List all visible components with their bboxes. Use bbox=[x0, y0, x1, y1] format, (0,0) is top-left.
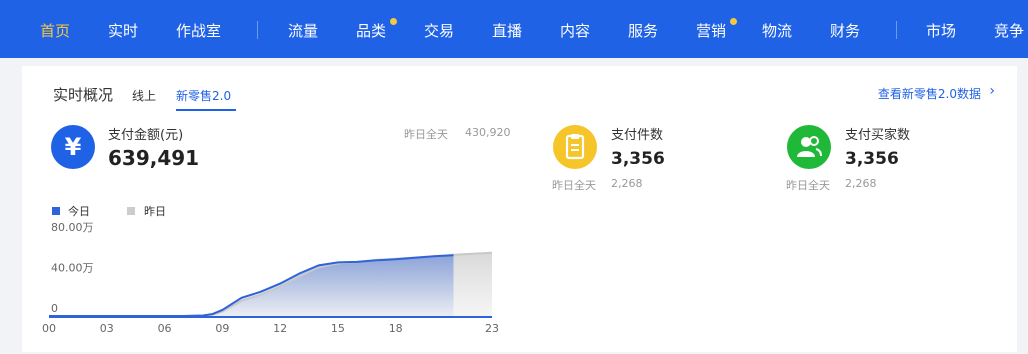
pay-items-value: 3,356 bbox=[611, 149, 665, 169]
legend-today-label: 今日 bbox=[68, 205, 90, 218]
users-icon bbox=[787, 125, 831, 169]
pay-amount-yesterday-value: 430,920 bbox=[465, 126, 511, 139]
nav-item-trade[interactable]: 交易 bbox=[424, 0, 454, 58]
realtime-overview-card: 实时概况 线上 新零售2.0 查看新零售2.0数据 › ¥ 支付金额(元) 63… bbox=[22, 66, 1017, 352]
today-area bbox=[49, 255, 454, 316]
x-tick-label: 00 bbox=[42, 322, 56, 335]
legend-yesterday-label: 昨日 bbox=[144, 205, 166, 218]
legend-today-swatch bbox=[52, 207, 60, 215]
users-glyph bbox=[797, 136, 822, 157]
chevron-right-icon[interactable]: › bbox=[989, 83, 995, 99]
nav-item-category[interactable]: 品类 bbox=[356, 0, 386, 58]
nav-item-warroom[interactable]: 作战室 bbox=[176, 0, 221, 58]
pay-items-label: 支付件数 bbox=[611, 128, 664, 143]
nav-item-realtime[interactable]: 实时 bbox=[108, 0, 138, 58]
nav-item-finance[interactable]: 财务 bbox=[830, 0, 860, 58]
pay-items-yesterday-value: 2,268 bbox=[611, 177, 643, 190]
pay-buyers-yesterday-value: 2,268 bbox=[845, 177, 877, 190]
marketing-new-dot bbox=[730, 18, 737, 25]
pay-items-yesterday-label: 昨日全天 bbox=[552, 179, 596, 192]
nav-item-logistics[interactable]: 物流 bbox=[762, 0, 792, 58]
nav-item-market[interactable]: 市场 bbox=[926, 0, 956, 58]
overview-title: 实时概况 bbox=[53, 86, 114, 104]
nav-separator bbox=[896, 21, 897, 39]
x-tick-label: 12 bbox=[273, 322, 287, 335]
tab-new-retail[interactable]: 新零售2.0 bbox=[176, 87, 231, 104]
nav-item-content[interactable]: 内容 bbox=[560, 0, 590, 58]
nav-item-service[interactable]: 服务 bbox=[628, 0, 658, 58]
nav-separator bbox=[257, 21, 258, 39]
clipboard-icon bbox=[553, 125, 597, 169]
nav-item-marketing[interactable]: 营销 bbox=[696, 0, 726, 58]
y-tick-label: 40.00万 bbox=[51, 262, 94, 275]
realtime-pay-amount-chart: 0 40.00万 80.00万 00 03 06 09 12 15 18 23 bbox=[42, 221, 499, 335]
pay-buyers-label: 支付买家数 bbox=[845, 128, 911, 143]
nav-item-competition[interactable]: 竞争 bbox=[994, 0, 1024, 58]
x-tick-label: 03 bbox=[100, 322, 114, 335]
pay-amount-label: 支付金额(元) bbox=[108, 128, 184, 143]
pay-buyers-yesterday-label: 昨日全天 bbox=[786, 179, 830, 192]
yen-icon: ¥ bbox=[51, 125, 95, 169]
clipboard-glyph bbox=[565, 134, 585, 160]
legend-yesterday-swatch bbox=[127, 207, 135, 215]
nav-item-home[interactable]: 首页 bbox=[40, 0, 70, 58]
pay-buyers-value: 3,356 bbox=[845, 149, 899, 169]
pay-amount-yesterday-label: 昨日全天 bbox=[404, 128, 448, 141]
category-new-dot bbox=[390, 18, 397, 25]
view-new-retail-link[interactable]: 查看新零售2.0数据 bbox=[878, 85, 981, 102]
y-tick-label: 80.00万 bbox=[51, 221, 94, 234]
top-nav: 首页 实时 作战室 流量 品类 交易 直播 内容 服务 营销 物流 财务 市场 … bbox=[0, 0, 1028, 58]
tab-online[interactable]: 线上 bbox=[132, 87, 156, 104]
x-tick-label: 15 bbox=[331, 322, 345, 335]
y-tick-label: 0 bbox=[51, 302, 58, 315]
nav-item-live[interactable]: 直播 bbox=[492, 0, 522, 58]
x-tick-label: 18 bbox=[389, 322, 403, 335]
active-tab-underline bbox=[176, 109, 236, 111]
pay-amount-value: 639,491 bbox=[108, 146, 200, 170]
x-tick-label: 06 bbox=[158, 322, 172, 335]
x-tick-label: 09 bbox=[215, 322, 229, 335]
x-tick-label: 23 bbox=[485, 322, 499, 335]
nav-item-traffic[interactable]: 流量 bbox=[288, 0, 318, 58]
